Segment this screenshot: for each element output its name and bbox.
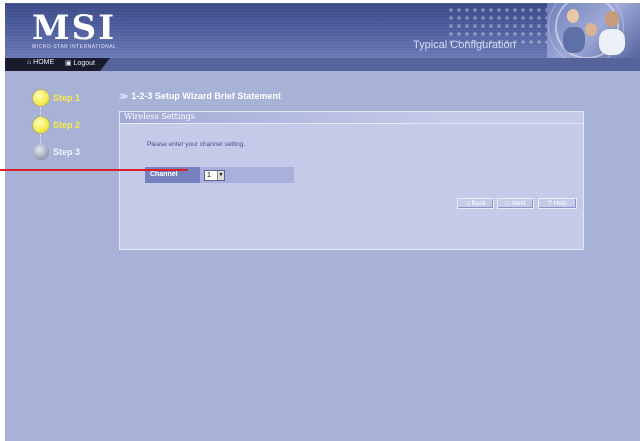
breadcrumb: ≫ 1-2-3 Setup Wizard Brief Statement bbox=[119, 91, 281, 102]
step-3-label: Step 3 bbox=[53, 147, 81, 157]
double-chevron-icon: ≫ bbox=[119, 91, 129, 101]
channel-select-value: 1 bbox=[207, 172, 211, 179]
logo-tagline: MICRO-STAR INTERNATIONAL bbox=[32, 44, 117, 50]
app-frame: MSI MICRO-STAR INTERNATIONAL Typical Con… bbox=[5, 3, 640, 441]
person-1-image bbox=[567, 9, 579, 23]
page-title: Typical Configuration bbox=[413, 39, 516, 51]
header-banner: MSI MICRO-STAR INTERNATIONAL Typical Con… bbox=[5, 3, 640, 58]
panel-title-bar: Wireless Settings bbox=[120, 112, 583, 124]
person-5-image bbox=[599, 29, 625, 55]
breadcrumb-text: 1-2-3 Setup Wizard Brief Statement bbox=[131, 91, 281, 101]
logout-link[interactable]: ▣ Logout bbox=[65, 59, 95, 67]
person-4-image bbox=[563, 27, 585, 53]
help-button[interactable]: ? Help bbox=[538, 198, 577, 209]
channel-select[interactable]: 1 ▼ bbox=[204, 170, 225, 181]
home-link[interactable]: ⌂ HOME bbox=[27, 59, 54, 66]
step-2-label: Step 2 bbox=[53, 120, 81, 130]
step-2-indicator-icon bbox=[33, 117, 49, 133]
dropdown-arrow-icon: ▼ bbox=[217, 171, 224, 180]
instruction-text: Please enter your channel setting. bbox=[147, 141, 246, 148]
next-button[interactable]: ▷ Next bbox=[497, 198, 534, 209]
person-2-image bbox=[585, 23, 597, 36]
pointer-line-annotation bbox=[0, 169, 188, 171]
back-button[interactable]: ◁ Back bbox=[457, 198, 494, 209]
person-3-image bbox=[605, 11, 619, 27]
panel-title: Wireless Settings bbox=[124, 112, 195, 121]
wireless-settings-panel: Wireless Settings Please enter your chan… bbox=[119, 111, 584, 250]
step-3-indicator-icon bbox=[33, 144, 49, 160]
nav-bar-wedge bbox=[100, 58, 110, 71]
step-1-indicator-icon bbox=[33, 90, 49, 106]
step-1-label: Step 1 bbox=[53, 93, 81, 103]
channel-label: Channel bbox=[150, 171, 178, 178]
msi-logo: MSI bbox=[32, 8, 117, 48]
header-photo-image bbox=[547, 3, 640, 58]
nav-bar bbox=[5, 58, 640, 71]
